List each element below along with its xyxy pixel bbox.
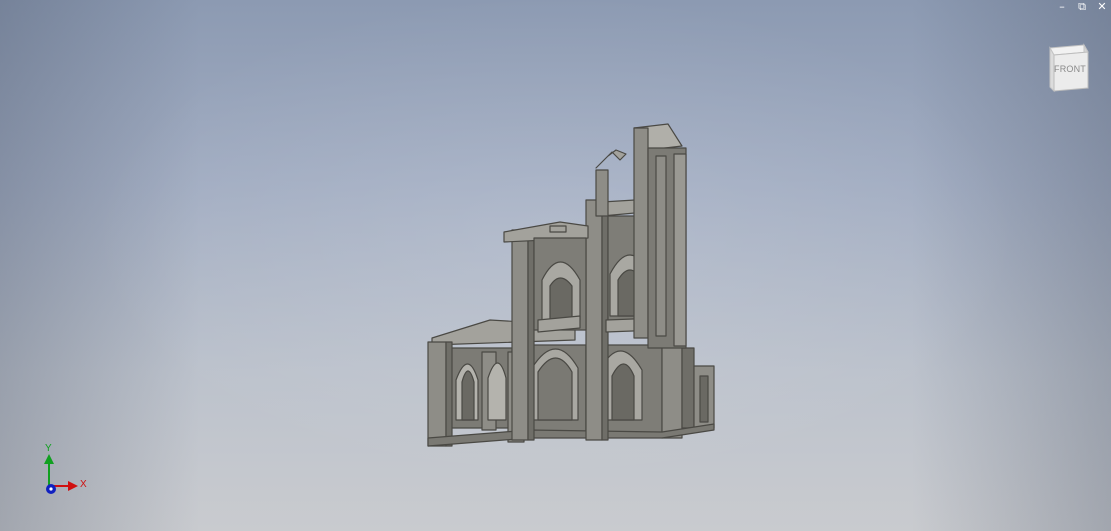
- pillar-right-1: [661, 337, 683, 439]
- pillar-center-left-side: [527, 231, 535, 441]
- small-cornice: [549, 225, 567, 233]
- gothic-ruin-model[interactable]: [420, 120, 720, 450]
- 3d-viewport[interactable]: – ⧉ ✕ FRONT Y X: [0, 0, 1111, 531]
- pillar-right-side: [681, 347, 695, 429]
- pillar-left-1: [427, 341, 447, 447]
- minimize-button[interactable]: –: [1053, 0, 1071, 14]
- x-axis-label: X: [80, 479, 87, 490]
- pillar-left-1-side: [445, 341, 453, 447]
- right-wing-opening: [699, 375, 709, 423]
- restore-button[interactable]: ⧉: [1073, 0, 1091, 14]
- y-axis-label: Y: [45, 443, 52, 454]
- pillar-center-left: [511, 229, 529, 441]
- right-lower-arch-inner: [611, 363, 635, 421]
- center-lower-arch-inner: [537, 357, 573, 421]
- axis-triad: Y X: [38, 444, 98, 500]
- tower-front-rib: [655, 155, 667, 337]
- close-button[interactable]: ✕: [1093, 0, 1111, 14]
- view-cube-face-label[interactable]: FRONT: [1054, 64, 1086, 74]
- lower-arch-1-inner: [461, 370, 475, 421]
- tower-left-face: [633, 127, 649, 339]
- upper-center-arch-inner: [549, 277, 573, 321]
- broken-fragment-pillar: [595, 169, 609, 217]
- view-cube[interactable]: FRONT: [1040, 42, 1092, 94]
- window-controls: – ⧉ ✕: [1053, 0, 1111, 14]
- tower-right-face: [673, 153, 687, 347]
- lower-arch-2: [487, 362, 507, 421]
- broken-fragment-top: [595, 149, 627, 169]
